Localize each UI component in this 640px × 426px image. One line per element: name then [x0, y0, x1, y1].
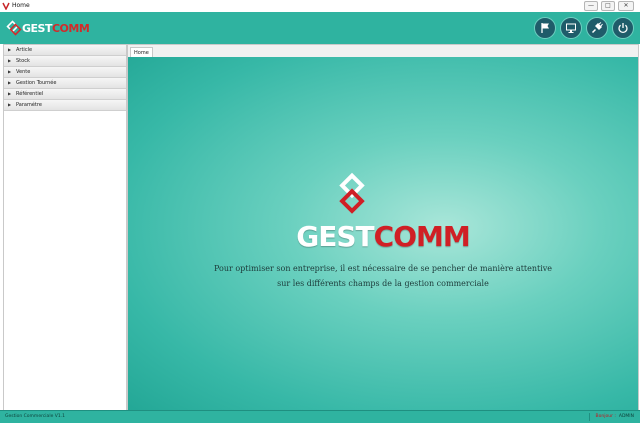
window-title: Home — [12, 2, 30, 9]
sidebar-item-label: Article — [16, 47, 33, 53]
sidebar-item-vente[interactable]: ▶ Vente — [4, 67, 126, 78]
status-app-name: Gestion Commerciale V1.1 — [5, 414, 65, 419]
app-header: GEST COMM — [0, 12, 640, 44]
brand-text-gest: GEST — [296, 220, 374, 253]
brand-mark-icon — [339, 172, 365, 214]
tagline-line-2: sur les différents champs de la gestion … — [277, 279, 489, 288]
sidebar-item-article[interactable]: ▶ Article — [4, 45, 126, 56]
sidebar-item-label: Gestion Tournée — [16, 80, 57, 86]
sidebar-item-gestion-tournee[interactable]: ▶ Gestion Tournée — [4, 78, 126, 89]
sidebar-item-parametre[interactable]: ▶ Paramétre — [4, 100, 126, 111]
logo-mark-icon — [6, 20, 22, 36]
expand-arrow-icon: ▶ — [8, 47, 12, 52]
sidebar-item-stock[interactable]: ▶ Stock — [4, 56, 126, 67]
expand-arrow-icon: ▶ — [8, 91, 12, 96]
plug-icon — [591, 22, 603, 34]
header-logo: GEST COMM — [6, 20, 90, 36]
tagline-line-1: Pour optimiser son entreprise, il est né… — [213, 264, 553, 273]
status-user-label: Bonjour : — [595, 414, 616, 419]
monitor-button[interactable] — [560, 17, 582, 39]
status-user: Bonjour : ADMIN — [588, 413, 634, 421]
plug-button[interactable] — [586, 17, 608, 39]
expand-arrow-icon: ▶ — [8, 80, 12, 85]
header-actions — [534, 17, 634, 39]
monitor-icon — [566, 23, 576, 33]
brand-wordmark: GESTCOMM — [296, 220, 471, 253]
maximize-button[interactable]: □ — [601, 1, 615, 11]
sidebar-item-label: Paramétre — [16, 102, 42, 108]
flag-button[interactable] — [534, 17, 556, 39]
window-controls: — □ ✕ — [584, 1, 634, 11]
expand-arrow-icon: ▶ — [8, 58, 12, 63]
sidebar-item-label: Référentiel — [16, 91, 44, 97]
brand-text-comm: COMM — [373, 220, 471, 253]
sidebar-item-label: Vente — [16, 69, 31, 75]
close-button[interactable]: ✕ — [618, 1, 634, 11]
power-icon — [618, 23, 628, 34]
sidebar-nav: ▶ Article ▶ Stock ▶ Vente ▶ Gestion Tour… — [3, 44, 127, 412]
logo-text-gest: GEST — [22, 21, 52, 35]
expand-arrow-icon: ▶ — [8, 102, 12, 107]
minimize-button[interactable]: — — [584, 1, 598, 11]
status-bar: Gestion Commerciale V1.1 Bonjour : ADMIN — [0, 410, 640, 423]
app-icon — [2, 2, 10, 10]
flag-icon — [541, 23, 549, 33]
sidebar-item-referentiel[interactable]: ▶ Référentiel — [4, 89, 126, 100]
sidebar-item-label: Stock — [16, 58, 30, 64]
expand-arrow-icon: ▶ — [8, 69, 12, 74]
status-user-name: ADMIN — [618, 414, 634, 419]
logo-text-comm: COMM — [51, 21, 90, 35]
power-button[interactable] — [612, 17, 634, 39]
